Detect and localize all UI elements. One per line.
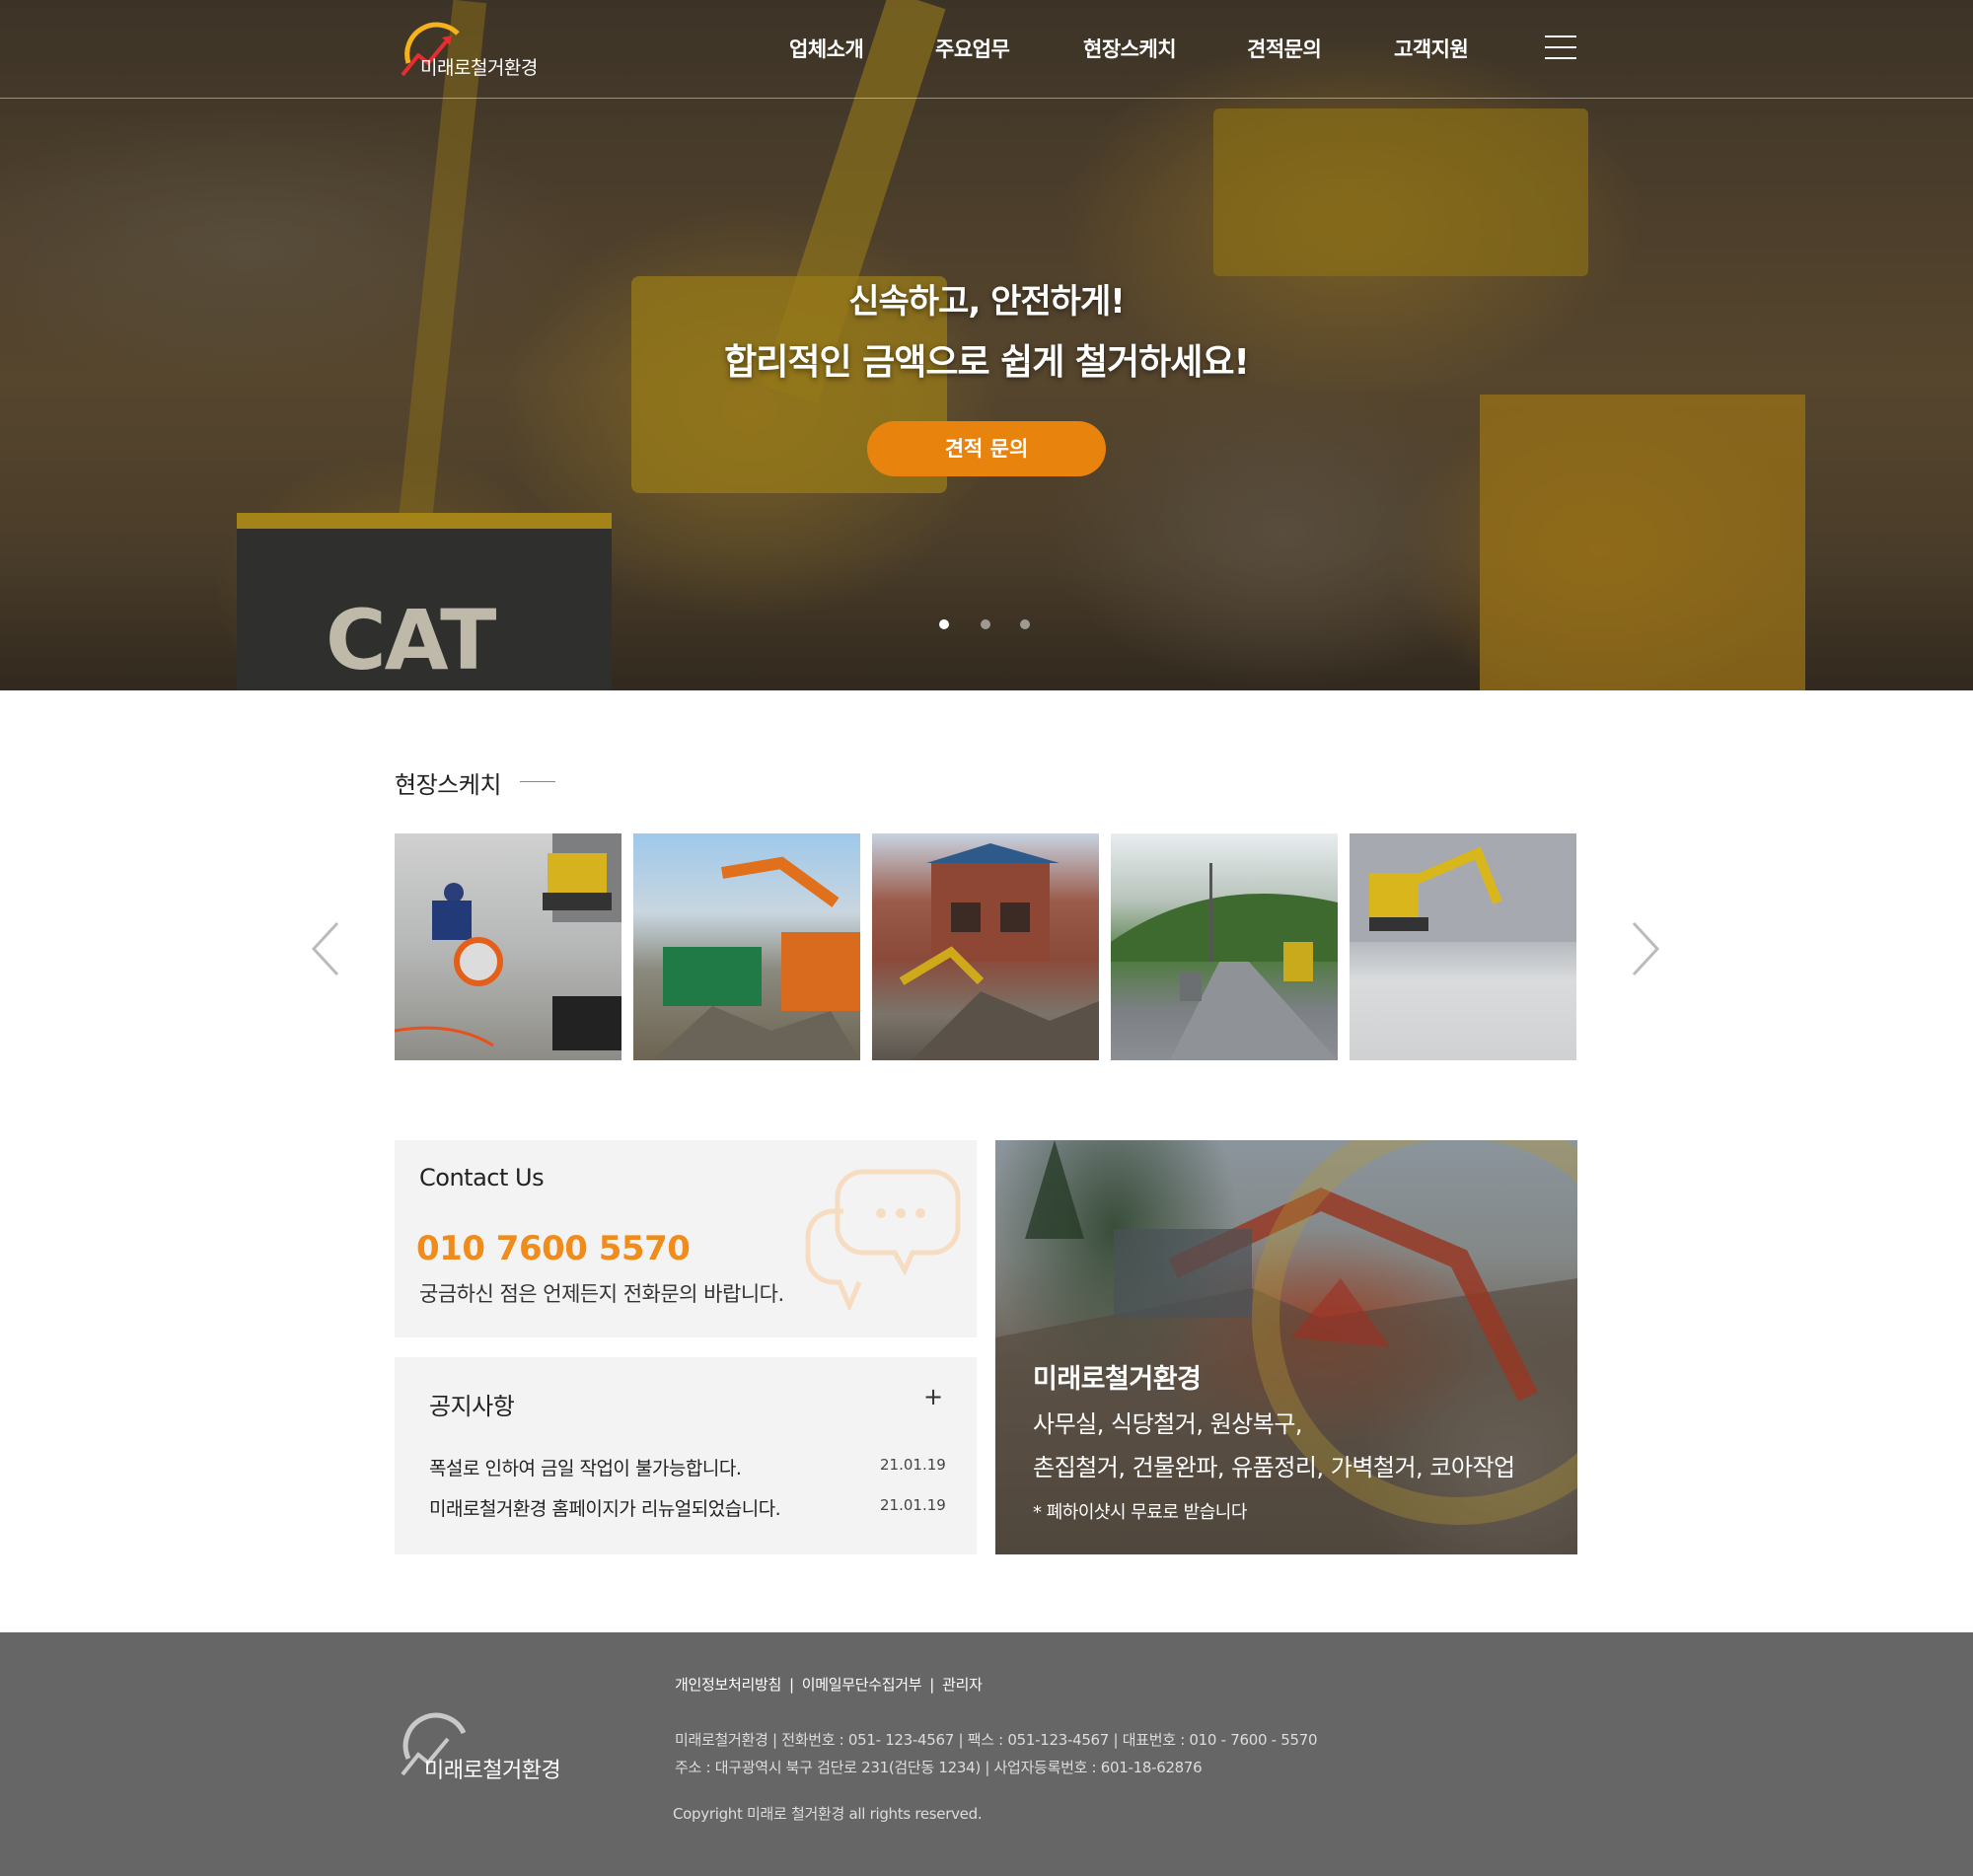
privacy-policy-link[interactable]: 개인정보처리방침 xyxy=(675,1676,781,1694)
nav-item-support[interactable]: 고객지원 xyxy=(1394,34,1469,63)
chevron-left-icon[interactable] xyxy=(308,919,343,978)
services-promo-banner[interactable]: 미래로철거환경 사무실, 식당철거, 원상복구, 촌집철거, 건물완파, 유품정… xyxy=(995,1140,1577,1554)
hero-subheadline: 합리적인 금액으로 쉽게 철거하세요! xyxy=(724,342,1250,383)
title-divider xyxy=(520,781,555,782)
promo-overlay xyxy=(995,1140,1577,1554)
admin-link[interactable]: 관리자 xyxy=(942,1676,983,1694)
chevron-right-icon[interactable] xyxy=(1628,919,1663,978)
promo-services-line-1: 사무실, 식당철거, 원상복구, xyxy=(1033,1410,1303,1438)
footer-copyright: Copyright 미래로 철거환경 all rights reserved. xyxy=(673,1805,983,1823)
brand-name[interactable]: 미래로철거환경 xyxy=(420,53,538,80)
hero-headline: 신속하고, 안전하게! xyxy=(848,282,1126,322)
footer-link-divider: | xyxy=(929,1676,935,1694)
gallery-thumbnail-4-art xyxy=(1111,863,1338,1060)
gallery-thumbnail-1-art xyxy=(395,833,621,1050)
nav-item-services[interactable]: 주요업무 xyxy=(935,34,1010,63)
contact-description: 궁금하신 점은 언제든지 전화문의 바랍니다. xyxy=(419,1282,784,1306)
footer-brand-name: 미래로철거환경 xyxy=(424,1759,561,1783)
promo-title: 미래로철거환경 xyxy=(1033,1364,1202,1395)
notice-item-1[interactable]: 폭설로 인하여 금일 작업이 불가능합니다. xyxy=(429,1454,742,1480)
gallery-thumbnail-5[interactable] xyxy=(1350,833,1576,1060)
email-refusal-link[interactable]: 이메일무단수집거부 xyxy=(802,1676,922,1694)
footer-company-info: 미래로철거환경 | 전화번호 : 051- 123-4567 | 팩스 : 05… xyxy=(675,1731,1318,1749)
notice-more-button[interactable]: + xyxy=(923,1383,943,1410)
gallery-thumbnail-5-art xyxy=(1350,833,1576,942)
gallery-thumbnail-2-art xyxy=(653,856,860,1060)
chat-bubble-icon xyxy=(805,1169,961,1310)
gallery-thumbnail-2[interactable] xyxy=(633,833,860,1060)
notice-item-2[interactable]: 미래로철거환경 홈페이지가 리뉴얼되었습니다. xyxy=(429,1494,781,1521)
slider-dot-3[interactable] xyxy=(1020,619,1030,629)
nav-item-estimate[interactable]: 견적문의 xyxy=(1247,34,1322,63)
footer-address-info: 주소 : 대구광역시 북구 검단로 231(검단동 1234) | 사업자등록번… xyxy=(675,1759,1203,1776)
slider-dot-2[interactable] xyxy=(981,619,990,629)
promo-services-line-2: 촌집철거, 건물완파, 유품정리, 가벽철거, 코아작업 xyxy=(1033,1454,1515,1481)
gallery-thumbnail-1[interactable] xyxy=(395,833,621,1060)
notice-board: 공지사항 + 폭설로 인하여 금일 작업이 불가능합니다. 21.01.19 미… xyxy=(395,1357,977,1554)
notice-date-1: 21.01.19 xyxy=(880,1456,946,1474)
slider-dot-1[interactable] xyxy=(939,619,949,629)
notice-date-2: 21.01.19 xyxy=(880,1496,946,1514)
nav-item-company[interactable]: 업체소개 xyxy=(789,34,864,63)
gallery-thumbnail-3-art xyxy=(899,843,1099,1060)
contact-phone-number[interactable]: 010 7600 5570 xyxy=(416,1229,691,1268)
promo-note: * 폐하이샷시 무료로 받습니다 xyxy=(1033,1502,1247,1523)
top-navigation-bar: 미래로철거환경 업체소개 주요업무 현장스케치 견적문의 고객지원 xyxy=(0,0,1973,99)
gallery-thumbnail-3[interactable] xyxy=(872,833,1099,1060)
notice-title: 공지사항 xyxy=(429,1393,515,1420)
gallery-thumbnail-4[interactable] xyxy=(1111,833,1338,1060)
contact-title: Contact Us xyxy=(419,1164,545,1191)
estimate-cta-button[interactable]: 견적 문의 xyxy=(867,421,1106,476)
footer-link-divider: | xyxy=(789,1676,794,1694)
contact-card: Contact Us 010 7600 5570 궁금하신 점은 언제든지 전화… xyxy=(395,1140,977,1337)
site-footer: 미래로철거환경 개인정보처리방침 | 이메일무단수집거부 | 관리자 미래로철거환경 |… xyxy=(0,1632,1973,1876)
nav-item-gallery[interactable]: 현장스케치 xyxy=(1083,34,1177,63)
hamburger-menu-icon[interactable] xyxy=(1545,34,1576,61)
footer-links: 개인정보처리방침 | 이메일무단수집거부 | 관리자 xyxy=(675,1674,983,1695)
gallery-section-title: 현장스케치 xyxy=(395,771,501,799)
hero-banner: CAT 미래로철거환경 업체소개 주요업무 현장스케치 견적문의 고객지원 신속… xyxy=(0,0,1973,690)
